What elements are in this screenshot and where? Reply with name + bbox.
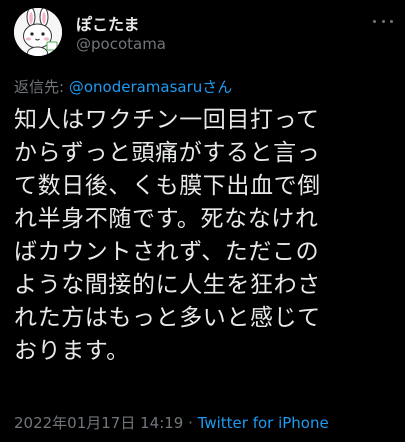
tweet-text-line: 知人はワクチン一回目打って [14, 107, 320, 133]
reply-to: 返信先: @onoderamasaruさん [14, 76, 232, 97]
dot [381, 19, 385, 23]
source-label[interactable]: Twitter for iPhone [198, 414, 329, 432]
timestamp-link[interactable]: 2022年01月17日 14:19 [14, 414, 183, 432]
display-name[interactable]: ぽこたま [76, 11, 140, 35]
reply-prefix: 返信先: [14, 78, 69, 96]
reply-mention-link[interactable]: @onoderamasaruさん [69, 78, 232, 96]
tweet-text-line: からずっと頭痛がすると言っ [14, 140, 321, 166]
tweet-text-line: て数日後、くも膜下出血で倒 [14, 173, 321, 199]
tweet-meta: 2022年01月17日 14:19 · Twitter for iPhone [14, 412, 329, 433]
more-options-icon[interactable] [373, 14, 393, 28]
meta-separator: · [183, 414, 198, 432]
tweet-text: 知人はワクチン一回目打って からずっと頭痛がすると言っ て数日後、くも膜下出血で… [14, 104, 398, 368]
bunny-avatar-icon [14, 8, 62, 56]
tweet: ぽこたま @pocotama 返信先: @onoderamasaruさん 知人は… [0, 0, 405, 442]
dot [390, 19, 393, 23]
user-handle[interactable]: @pocotama [76, 35, 166, 53]
avatar[interactable] [14, 8, 62, 56]
dot [373, 19, 376, 23]
tweet-text-line: ばカウントされず、ただこの [14, 239, 320, 265]
tweet-text-line: れ半身不随です。死ななけれ [14, 206, 319, 232]
tweet-text-line: れた方はもっと多いと感じて [14, 305, 321, 331]
tweet-text-line: ような間接的に人生を狂わさ [14, 272, 321, 298]
tweet-text-line: おります。 [14, 338, 130, 364]
